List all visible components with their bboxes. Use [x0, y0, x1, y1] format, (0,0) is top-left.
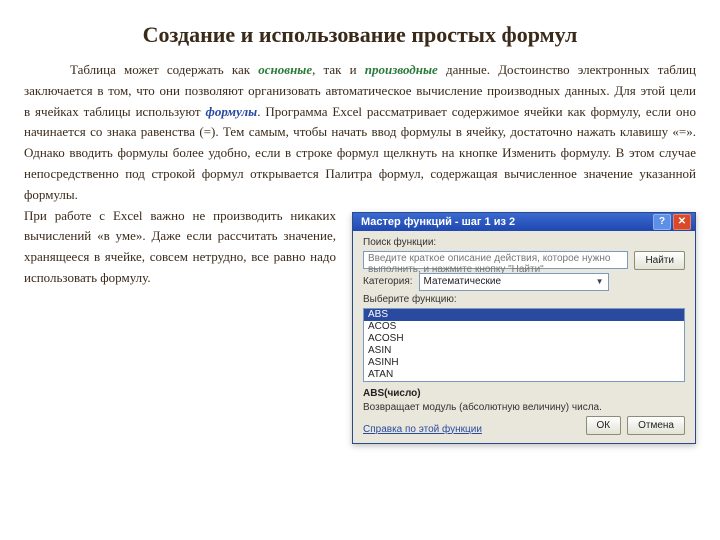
main-paragraph: Таблица может содержать как основные, та…: [0, 60, 720, 206]
dialog-title: Мастер функций - шаг 1 из 2: [361, 216, 515, 228]
search-label: Поиск функции:: [363, 237, 685, 248]
cancel-button[interactable]: Отмена: [627, 416, 685, 435]
page-title: Создание и использование простых формул: [0, 0, 720, 60]
ok-button[interactable]: ОК: [586, 416, 622, 435]
text: При работе с Excel важно не производить …: [24, 208, 336, 285]
list-item[interactable]: ATAN2: [364, 381, 684, 382]
close-icon[interactable]: ✕: [673, 214, 691, 230]
function-signature: ABS(число): [363, 388, 685, 399]
em-osnovnye: основные: [258, 62, 312, 77]
help-link[interactable]: Справка по этой функции: [363, 424, 482, 435]
function-listbox[interactable]: ABS ACOS ACOSH ASIN ASINH ATAN ATAN2: [363, 308, 685, 382]
em-formuly: формулы: [206, 104, 258, 119]
dialog-screenshot: Мастер функций - шаг 1 из 2 ? ✕ Поиск фу…: [352, 212, 696, 444]
search-input[interactable]: Введите краткое описание действия, котор…: [363, 251, 628, 269]
text: Таблица может содержать как: [70, 62, 258, 77]
category-select[interactable]: Математические ▼: [419, 273, 609, 291]
list-item[interactable]: ASIN: [364, 345, 684, 357]
text: , так и: [312, 62, 365, 77]
find-button[interactable]: Найти: [634, 251, 685, 270]
dialog-titlebar[interactable]: Мастер функций - шаг 1 из 2 ? ✕: [353, 213, 695, 231]
list-item[interactable]: ACOS: [364, 321, 684, 333]
list-item[interactable]: ABS: [364, 309, 684, 321]
category-label: Категория:: [363, 276, 413, 287]
side-paragraph: При работе с Excel важно не производить …: [0, 206, 336, 289]
list-item[interactable]: ATAN: [364, 369, 684, 381]
select-function-label: Выберите функцию:: [363, 294, 685, 305]
help-icon[interactable]: ?: [653, 214, 671, 230]
list-item[interactable]: ASINH: [364, 357, 684, 369]
category-value: Математические: [424, 276, 502, 287]
chevron-down-icon: ▼: [596, 277, 604, 286]
em-proizvodnye: производные: [365, 62, 438, 77]
function-wizard-dialog: Мастер функций - шаг 1 из 2 ? ✕ Поиск фу…: [352, 212, 696, 444]
list-item[interactable]: ACOSH: [364, 333, 684, 345]
function-description: Возвращает модуль (абсолютную величину) …: [363, 402, 685, 413]
